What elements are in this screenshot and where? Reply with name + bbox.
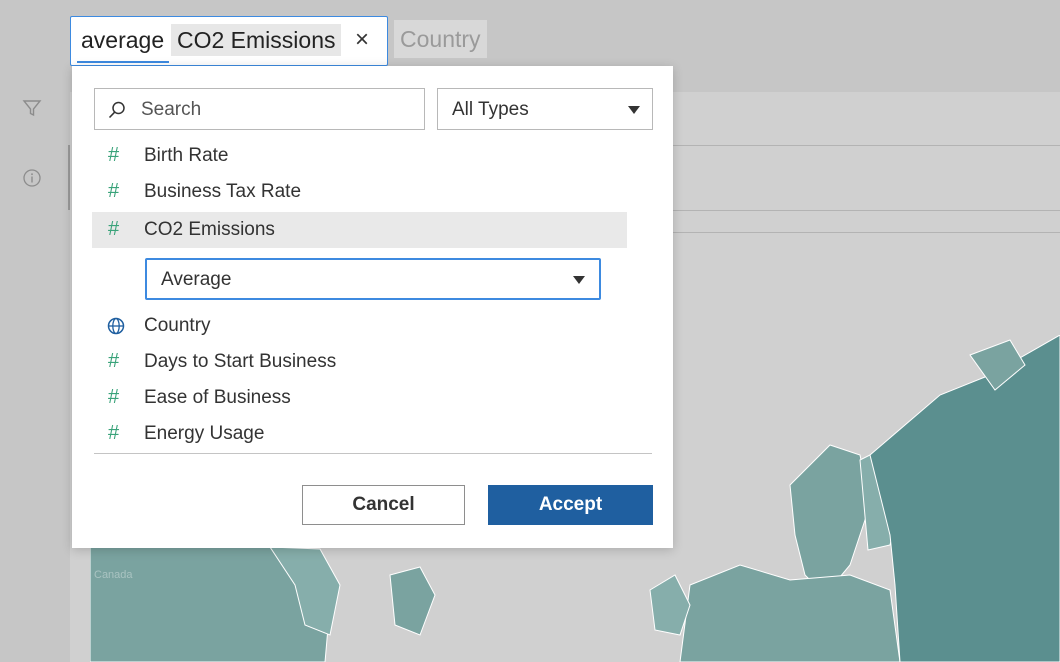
- query-input[interactable]: average CO2 Emissions ×: [70, 16, 388, 66]
- search-box[interactable]: [94, 88, 425, 130]
- hash-icon: #: [108, 350, 120, 372]
- close-icon[interactable]: ×: [355, 26, 369, 54]
- next-field-chip[interactable]: Country: [394, 20, 487, 58]
- search-icon: [108, 101, 125, 119]
- hash-icon: #: [108, 422, 120, 444]
- hash-icon: #: [108, 386, 120, 408]
- workspace-rule-top: [673, 145, 1060, 146]
- type-filter-value: All Types: [452, 99, 529, 120]
- field-label: Days to Start Business: [144, 351, 337, 372]
- field-label: Country: [144, 315, 211, 336]
- filter-icon[interactable]: [22, 98, 42, 118]
- hash-icon: #: [108, 144, 120, 166]
- map-label-canada: Canada: [94, 569, 133, 581]
- accept-button[interactable]: Accept: [488, 485, 653, 525]
- search-input[interactable]: [139, 97, 413, 123]
- field-label: Ease of Business: [144, 387, 291, 408]
- query-text: average: [81, 27, 165, 53]
- hash-icon: #: [108, 180, 120, 202]
- list-divider: [94, 453, 652, 454]
- field-item-co2-emissions[interactable]: # CO2 Emissions: [92, 212, 627, 248]
- field-label: CO2 Emissions: [144, 219, 275, 240]
- workspace-rule-low: [673, 232, 1060, 233]
- hash-icon: #: [108, 218, 120, 240]
- field-item-energy-usage[interactable]: # Energy Usage: [92, 416, 627, 452]
- query-underline: [77, 61, 169, 63]
- field-item-birth-rate[interactable]: # Birth Rate: [92, 138, 627, 174]
- field-item-business-tax-rate[interactable]: # Business Tax Rate: [92, 174, 627, 210]
- cancel-button[interactable]: Cancel: [302, 485, 465, 525]
- aggregation-value: Average: [161, 269, 232, 290]
- info-icon[interactable]: [22, 168, 42, 188]
- workspace-divider: [68, 145, 70, 210]
- chevron-down-icon: [573, 276, 585, 284]
- field-label: Business Tax Rate: [144, 181, 302, 202]
- field-item-country[interactable]: Country: [92, 308, 627, 344]
- field-chip[interactable]: CO2 Emissions: [171, 24, 342, 56]
- field-item-ease-of-business[interactable]: # Ease of Business: [92, 380, 627, 416]
- chevron-down-icon: [628, 106, 640, 114]
- aggregation-dropdown[interactable]: Average: [145, 258, 601, 300]
- field-picker-popup: All Types # Birth Rate # Business Tax Ra…: [72, 66, 673, 548]
- field-label: Energy Usage: [144, 423, 265, 444]
- globe-icon: [107, 317, 125, 335]
- field-label: Birth Rate: [144, 145, 229, 166]
- type-filter-dropdown[interactable]: All Types: [437, 88, 653, 130]
- workspace-rule-mid: [673, 210, 1060, 211]
- field-item-days-to-start-business[interactable]: # Days to Start Business: [92, 344, 627, 380]
